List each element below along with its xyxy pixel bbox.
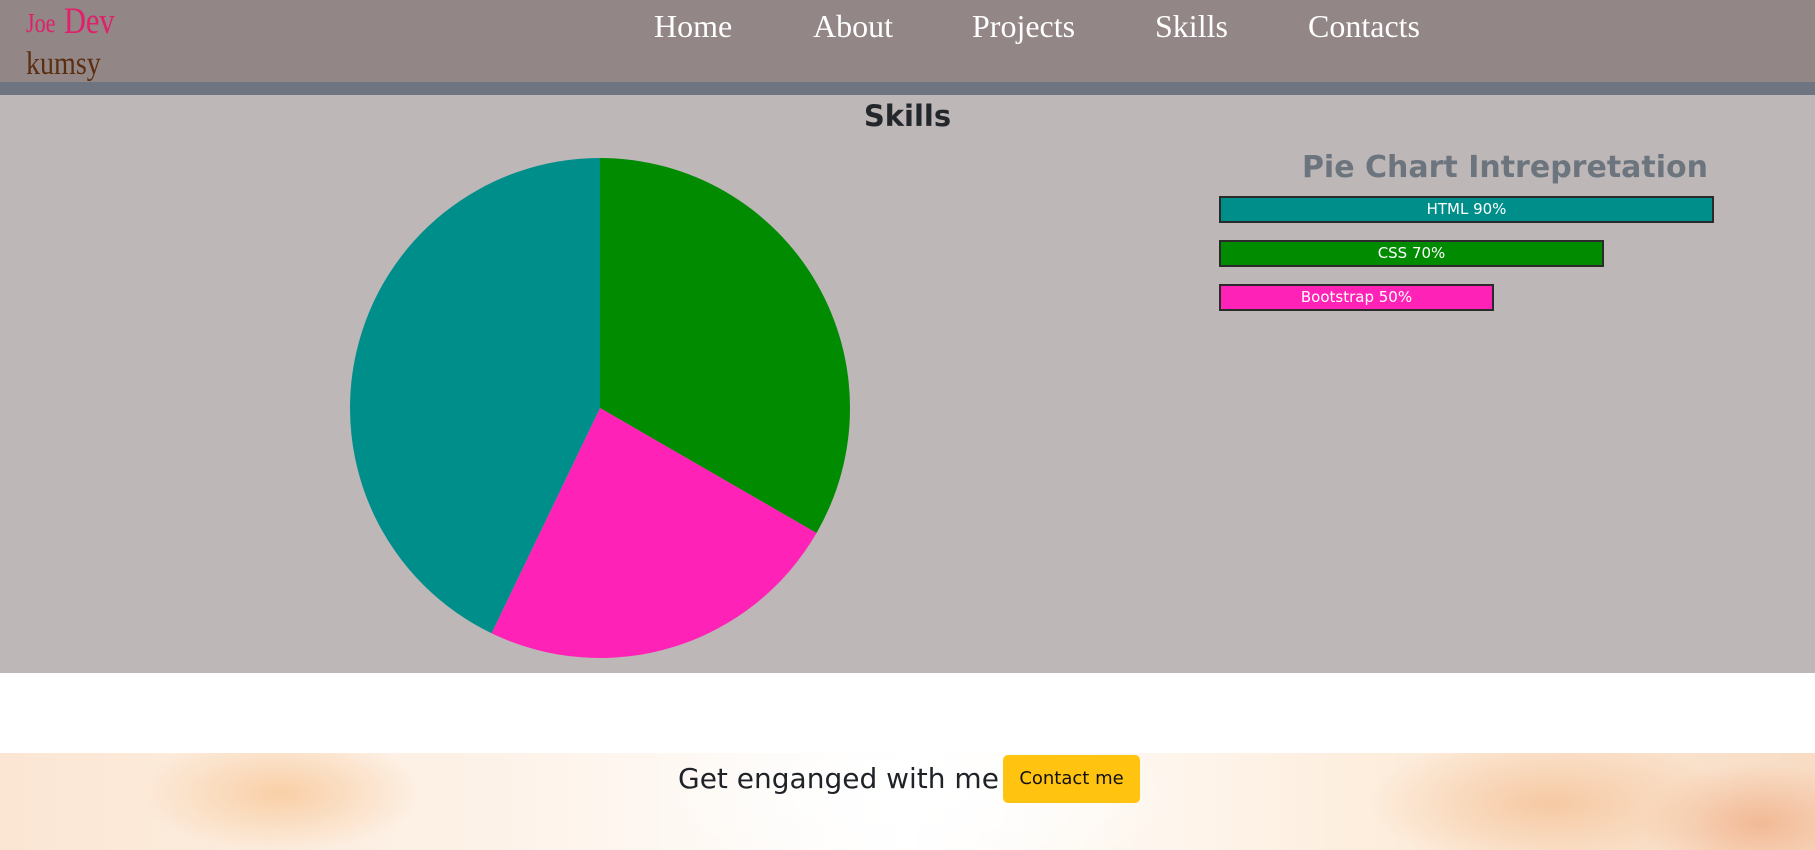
skills-title: Skills xyxy=(863,99,952,133)
brand-tagline: kumsy xyxy=(26,46,101,82)
skill-bar-html: HTML 90% xyxy=(1219,196,1714,223)
nav-links: Home About Projects Skills Contacts xyxy=(0,6,1815,46)
skill-bar-bootstrap: Bootstrap 50% xyxy=(1219,284,1494,311)
nav-link-contacts[interactable]: Contacts xyxy=(1308,6,1420,46)
nav-link-skills[interactable]: Skills xyxy=(1155,6,1228,46)
navbar-divider xyxy=(0,82,1815,95)
skills-pie-chart xyxy=(349,157,851,659)
navbar: Joe Dev kumsy Home About Projects Skills… xyxy=(0,0,1815,82)
footer-cta-text: Get enganged with me! xyxy=(678,762,1011,795)
section-spacer xyxy=(0,673,1815,753)
skill-bar-css: CSS 70% xyxy=(1219,240,1604,267)
pie-interpretation-title: Pie Chart Intrepretation xyxy=(1301,150,1708,185)
nav-link-projects[interactable]: Projects xyxy=(972,6,1075,46)
skills-section: Skills Pie Chart Intrepretation HTML 90%… xyxy=(0,95,1815,673)
contact-me-button[interactable]: Contact me xyxy=(1003,755,1140,803)
nav-link-home[interactable]: Home xyxy=(654,6,732,46)
nav-link-about[interactable]: About xyxy=(813,6,893,46)
footer-cta: Get enganged with me! Contact me xyxy=(0,753,1815,850)
pie-chart-svg xyxy=(350,158,851,658)
